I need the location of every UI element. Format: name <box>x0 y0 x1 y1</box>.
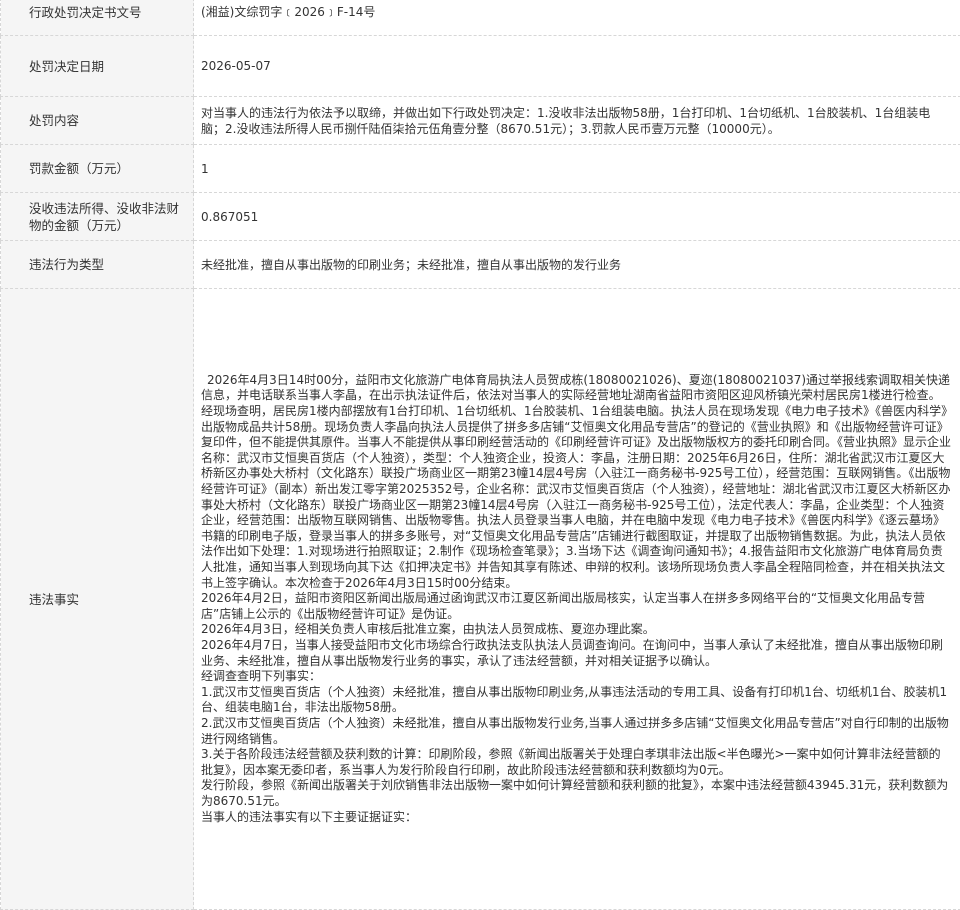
value-violation-type: 未经批准，擅自从事出版物的印刷业务；未经批准，擅自从事出版物的发行业务 <box>194 241 960 289</box>
facts-paragraph: 2026年4月3日，经相关负责人审核后批准立案，由执法人员贺成栋、夏迩办理此案。 <box>201 622 952 638</box>
label-content: 处罚内容 <box>1 97 194 145</box>
facts-paragraph: 3.关于各阶段违法经营额及获利数的计算：印刷阶段，参照《新闻出版署关于处理白孝琪… <box>201 747 952 778</box>
value-decision-date: 2026-05-07 <box>194 36 960 97</box>
facts-paragraph: 2026年4月7日，当事人接受益阳市文化市场综合行政执法支队执法人员调查询问。在… <box>201 638 952 669</box>
row-violation-type: 违法行为类型 未经批准，擅自从事出版物的印刷业务；未经批准，擅自从事出版物的发行… <box>1 241 960 289</box>
label-decision-date: 处罚决定日期 <box>1 36 194 97</box>
row-confiscation: 没收违法所得、没收非法财物的金额（万元） 0.867051 <box>1 193 960 241</box>
facts-paragraph: 发行阶段，参照《新闻出版署关于刘欣销售非法出版物一案中如何计算经营额和获利额的批… <box>201 778 952 809</box>
facts-text: 2026年4月3日14时00分，益阳市文化旅游广电体育局执法人员贺成栋(1808… <box>201 373 952 825</box>
value-fine: 1 <box>194 145 960 193</box>
penalty-info-table: 行政处罚决定书文号 (湘益)文综罚字﹝2026﹞F-14号 处罚决定日期 202… <box>0 0 960 910</box>
row-facts: 违法事实 2026年4月3日14时00分，益阳市文化旅游广电体育局执法人员贺成栋… <box>1 289 960 910</box>
row-content: 处罚内容 对当事人的违法行为依法予以取缔，并做出如下行政处罚决定：1.没收非法出… <box>1 97 960 145</box>
label-violation-type: 违法行为类型 <box>1 241 194 289</box>
label-fine: 罚款金额（万元） <box>1 145 194 193</box>
value-confiscation: 0.867051 <box>194 193 960 241</box>
row-decision-date: 处罚决定日期 2026-05-07 <box>1 36 960 97</box>
row-fine: 罚款金额（万元） 1 <box>1 145 960 193</box>
label-confiscation: 没收违法所得、没收非法财物的金额（万元） <box>29 200 189 234</box>
facts-paragraph: 1.武汉市艾恒奥百货店（个人独资）未经批准，擅自从事出版物印刷业务,从事违法活动… <box>201 685 952 716</box>
label-facts: 违法事实 <box>1 289 194 910</box>
facts-paragraph: 2026年4月3日14时00分，益阳市文化旅游广电体育局执法人员贺成栋(1808… <box>201 373 952 591</box>
value-doc-no: (湘益)文综罚字﹝2026﹞F-14号 <box>194 0 960 36</box>
value-content: 对当事人的违法行为依法予以取缔，并做出如下行政处罚决定：1.没收非法出版物58册… <box>201 105 952 137</box>
row-doc-no: 行政处罚决定书文号 (湘益)文综罚字﹝2026﹞F-14号 <box>1 0 960 36</box>
facts-paragraph: 当事人的违法事实有以下主要证据证实： <box>201 810 952 826</box>
facts-paragraph: 经调查查明下列事实： <box>201 669 952 685</box>
label-doc-no: 行政处罚决定书文号 <box>1 0 194 36</box>
facts-paragraph: 2.武汉市艾恒奥百货店（个人独资）未经批准，擅自从事出版物发行业务,当事人通过拼… <box>201 716 952 747</box>
facts-paragraph: 2026年4月2日，益阳市资阳区新闻出版局通过函询武汉市江夏区新闻出版局核实，认… <box>201 591 952 622</box>
